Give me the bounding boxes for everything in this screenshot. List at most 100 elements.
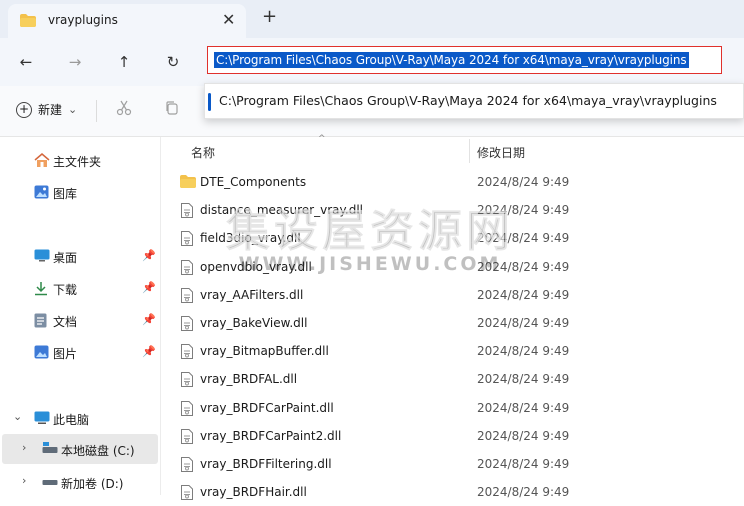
table-row[interactable]: DTE_Components 2024/8/24 9:49 (161, 168, 744, 196)
navigation-bar: ← → ↑ ↻ C:\Program Files\Chaos Group\V-R… (0, 38, 744, 86)
back-arrow-icon[interactable]: ← (14, 50, 38, 74)
new-tab-button[interactable]: + (262, 6, 277, 27)
file-modified-date: 2024/8/24 9:49 (477, 203, 570, 218)
table-row[interactable]: field3dio_vray.dll 2024/8/24 9:49 (161, 224, 744, 252)
file-modified-date: 2024/8/24 9:49 (477, 457, 570, 471)
sidebar-item-desktop[interactable]: 桌面 📌 (0, 241, 160, 271)
dll-file-icon (181, 400, 193, 419)
refresh-icon[interactable]: ↻ (161, 50, 185, 74)
home-icon (34, 153, 50, 167)
file-modified-date: 2024/8/24 9:49 (477, 175, 570, 189)
table-row[interactable]: vray_AAFilters.dll 2024/8/24 9:49 (161, 281, 744, 309)
folder-icon (180, 175, 196, 191)
file-modified-date: 2024/8/24 9:49 (477, 485, 570, 500)
sidebar-item-label: 图库 (53, 187, 78, 201)
toolbar-divider (96, 100, 97, 122)
file-name: vray_BRDFCarPaint2.dll (200, 428, 342, 443)
dll-file-icon (181, 457, 193, 475)
sidebar-item-gallery[interactable]: 图库 (0, 177, 160, 207)
copy-icon[interactable] (164, 100, 180, 120)
sidebar-item-local-disk-c[interactable]: › 本地磁盘 (C:) (2, 434, 158, 464)
table-row[interactable]: vray_BRDFAL.dll 2024/8/24 9:49 (161, 365, 744, 393)
sidebar-item-label: 下载 (53, 283, 78, 297)
sidebar-item-pictures[interactable]: 图片 📌 (0, 337, 160, 367)
dll-file-icon (181, 344, 193, 362)
table-row[interactable]: vray_BitmapBuffer.dll 2024/8/24 9:49 (161, 337, 744, 365)
suggestion-focus-indicator (208, 93, 211, 111)
file-list: ^ 名称 修改日期 DTE_Components 2024/8/24 9:49 di… (161, 134, 744, 501)
table-row[interactable]: vray_BRDFHair.dll 2024/8/24 9:49 (161, 478, 744, 506)
dll-file-icon (181, 316, 193, 334)
gallery-icon (34, 185, 49, 199)
chevron-down-icon: ⌄ (68, 103, 78, 116)
dll-file-icon (181, 231, 193, 249)
sidebar-item-label: 新加卷 (D:) (61, 477, 124, 491)
file-name: vray_BRDFAL.dll (200, 372, 298, 387)
pin-icon[interactable]: 📌 (142, 345, 156, 358)
file-modified-date: 2024/8/24 9:49 (477, 400, 570, 415)
table-row[interactable]: vray_BRDFFiltering.dll 2024/8/24 9:49 (161, 450, 744, 478)
computer-icon (34, 411, 50, 425)
sidebar-item-volume-d[interactable]: › 新加卷 (D:) (0, 467, 160, 497)
file-modified-date: 2024/8/24 9:49 (477, 316, 570, 330)
pin-icon[interactable]: 📌 (142, 313, 156, 326)
file-name: vray_BakeView.dll (200, 316, 308, 330)
sidebar-item-label: 此电脑 (53, 413, 90, 427)
document-icon (34, 313, 48, 328)
file-name: field3dio_vray.dll (200, 231, 301, 246)
pin-icon[interactable]: 📌 (142, 249, 156, 262)
file-name: vray_AAFilters.dll (200, 287, 304, 302)
dll-file-icon (181, 372, 193, 390)
address-bar-input[interactable]: C:\Program Files\Chaos Group\V-Ray\Maya … (207, 46, 722, 74)
suggestion-item[interactable]: C:\Program Files\Chaos Group\V-Ray\Maya … (219, 93, 717, 108)
table-row[interactable]: vray_BRDFCarPaint.dll 2024/8/24 9:49 (161, 394, 744, 422)
folder-icon (20, 14, 36, 30)
file-name: vray_BRDFHair.dll (200, 485, 307, 500)
dll-file-icon (181, 428, 193, 447)
table-row[interactable]: vray_BakeView.dll 2024/8/24 9:49 (161, 309, 744, 337)
dll-file-icon (181, 259, 193, 278)
file-name: vray_BRDFFiltering.dll (200, 457, 332, 471)
table-row[interactable]: openvdbio_vray.dll 2024/8/24 9:49 (161, 253, 744, 281)
file-name: DTE_Components (200, 175, 307, 189)
tab-title: vrayplugins (48, 13, 118, 27)
file-modified-date: 2024/8/24 9:49 (477, 259, 570, 274)
address-suggestion-dropdown[interactable]: C:\Program Files\Chaos Group\V-Ray\Maya … (204, 83, 744, 119)
table-row[interactable]: distance_measurer_vray.dll 2024/8/24 9:49 (161, 196, 744, 224)
address-bar-selected-text: C:\Program Files\Chaos Group\V-Ray\Maya … (214, 52, 689, 68)
tab-vrayplugins[interactable]: vrayplugins ✕ (8, 4, 246, 38)
drive-icon (42, 442, 58, 456)
forward-arrow-icon[interactable]: → (63, 50, 87, 74)
cut-icon[interactable] (116, 100, 132, 120)
close-tab-icon[interactable]: ✕ (222, 10, 235, 29)
dll-file-icon (181, 485, 193, 503)
column-header-date[interactable]: 修改日期 (477, 144, 525, 161)
sidebar-item-home[interactable]: 主文件夹 (0, 145, 160, 175)
chevron-down-icon[interactable]: ⌄ (13, 410, 22, 423)
dll-file-icon (181, 287, 193, 306)
file-modified-date: 2024/8/24 9:49 (477, 287, 570, 302)
chevron-right-icon[interactable]: › (22, 474, 26, 487)
chevron-right-icon[interactable]: › (22, 441, 26, 454)
file-name: openvdbio_vray.dll (200, 259, 312, 274)
table-row[interactable]: vray_BRDFCarPaint2.dll 2024/8/24 9:49 (161, 422, 744, 450)
column-divider[interactable] (469, 139, 470, 163)
pin-icon[interactable]: 📌 (142, 281, 156, 294)
sidebar-item-this-pc[interactable]: ⌄ 此电脑 (0, 403, 160, 433)
sidebar-item-documents[interactable]: 文档 📌 (0, 305, 160, 335)
sort-up-icon: ^ (318, 134, 326, 144)
sidebar-item-label: 本地磁盘 (C:) (61, 444, 135, 458)
sidebar-item-label: 图片 (53, 347, 78, 361)
sidebar-item-label: 主文件夹 (53, 155, 102, 169)
file-name: distance_measurer_vray.dll (200, 203, 363, 218)
sidebar-item-downloads[interactable]: 下载 📌 (0, 273, 160, 303)
new-button[interactable]: + 新建 ⌄ (16, 101, 77, 118)
file-modified-date: 2024/8/24 9:49 (477, 231, 570, 246)
column-header-name[interactable]: 名称 (191, 144, 215, 161)
navigation-pane: 主文件夹 图库 桌面 📌 下载 📌 文档 📌 图片 📌 ⌄ 此电脑 › 本地磁盘… (0, 137, 161, 495)
up-arrow-icon[interactable]: ↑ (112, 50, 136, 74)
dll-file-icon (181, 203, 193, 221)
file-modified-date: 2024/8/24 9:49 (477, 372, 570, 387)
drive-icon (42, 475, 58, 489)
file-modified-date: 2024/8/24 9:49 (477, 428, 570, 443)
